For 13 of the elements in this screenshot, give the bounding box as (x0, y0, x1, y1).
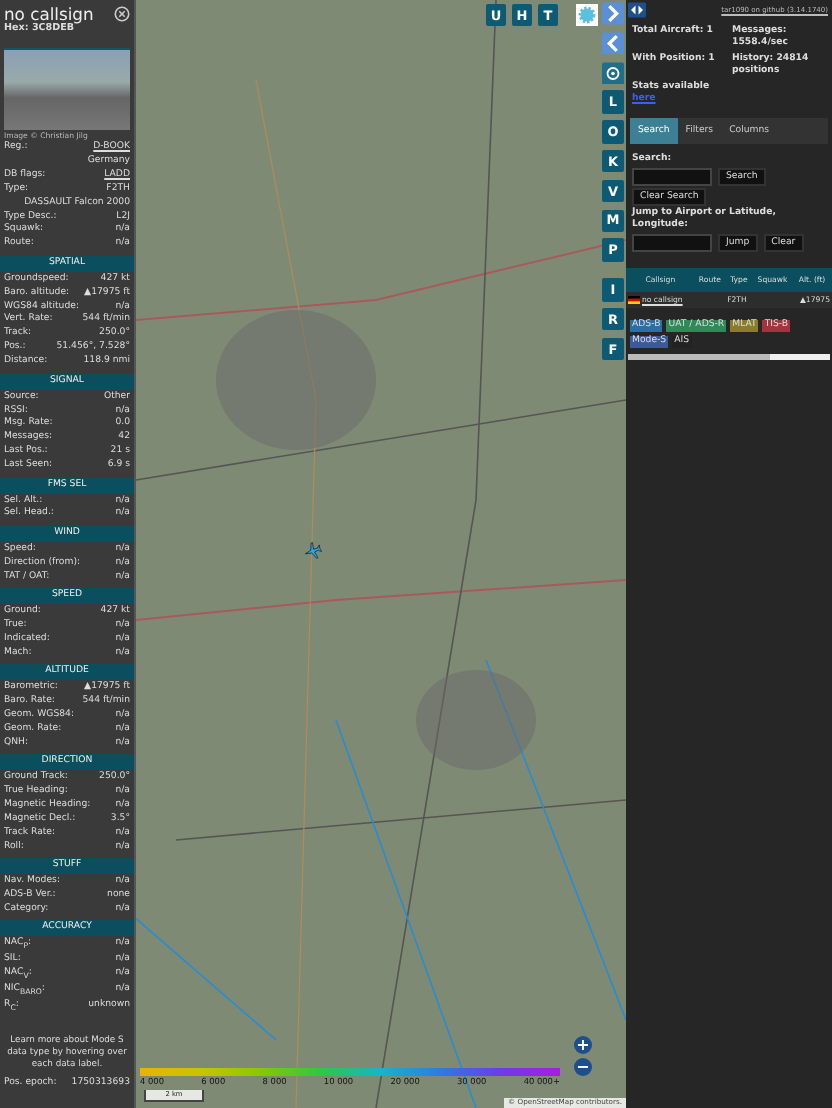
chevron-left-icon[interactable] (602, 31, 624, 55)
gear-icon[interactable] (576, 4, 598, 26)
photo-placeholder (4, 48, 130, 130)
flag-icon (628, 296, 640, 304)
location-field[interactable] (632, 234, 712, 252)
aircraft-title: no callsign (4, 4, 94, 24)
zoom-button[interactable]: − (574, 1058, 592, 1076)
airplane-icon[interactable] (304, 542, 322, 560)
zoom-button[interactable]: + (574, 1036, 592, 1054)
expand-arrows-icon[interactable] (628, 2, 646, 18)
settings-icon[interactable] (602, 61, 624, 85)
close-icon[interactable] (114, 6, 130, 22)
search-field[interactable] (632, 168, 712, 186)
